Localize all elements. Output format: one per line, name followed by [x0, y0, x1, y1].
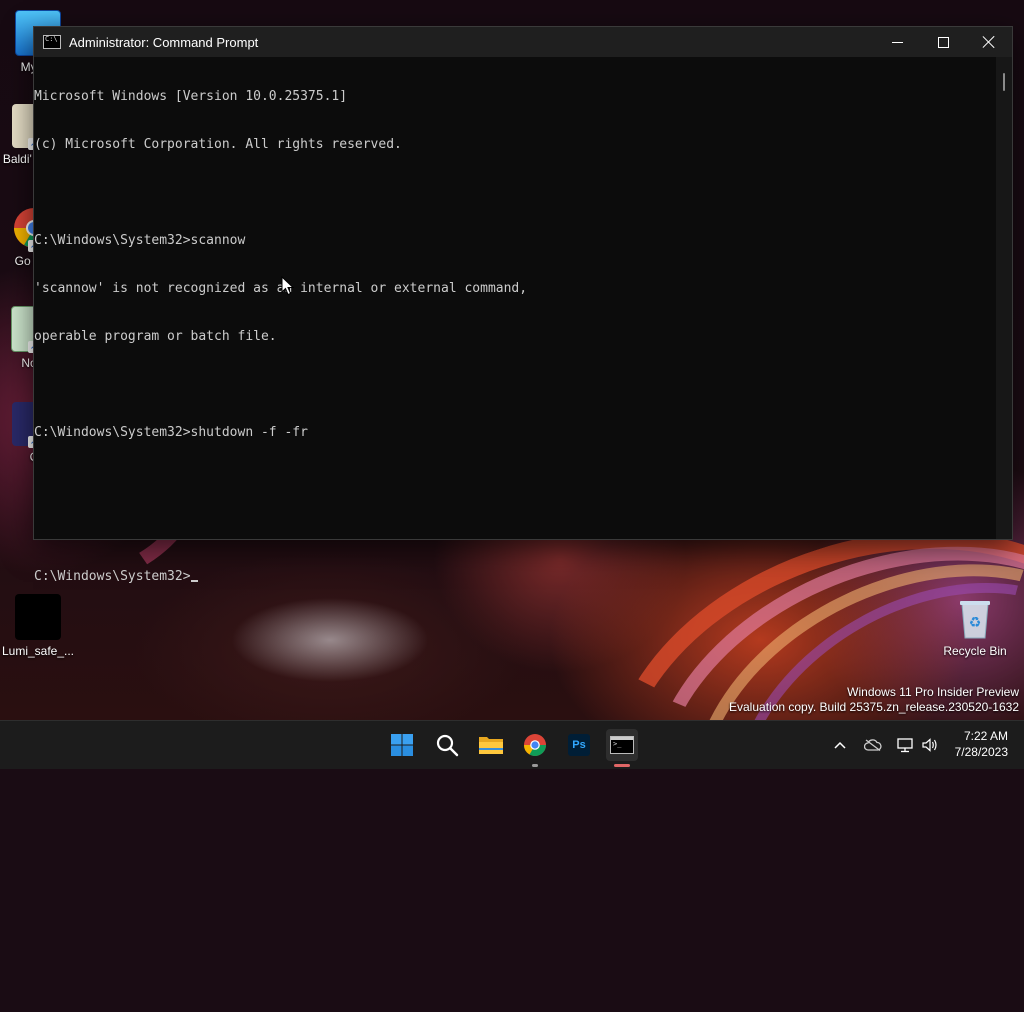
close-icon [983, 36, 995, 48]
taskbar-chrome[interactable] [519, 729, 551, 767]
cmd-app-icon [43, 35, 61, 49]
maximize-button[interactable] [920, 27, 966, 57]
console-line: operable program or batch file. [34, 329, 277, 344]
tray-network[interactable] [892, 721, 918, 769]
window-titlebar[interactable]: Administrator: Command Prompt [34, 27, 1012, 57]
console-line: 'scannow' is not recognized as an intern… [34, 281, 528, 296]
chrome-icon [524, 734, 546, 756]
mouse-pointer-icon [281, 276, 295, 296]
taskbar-clock[interactable]: 7:22 AM 7/28/2023 [955, 728, 1008, 760]
clock-date: 7/28/2023 [954, 745, 1008, 759]
console-line: (c) Microsoft Corporation. All rights re… [34, 137, 402, 152]
windows-watermark: Windows 11 Pro Insider Preview Evaluatio… [729, 685, 1019, 715]
tray-volume[interactable] [918, 721, 942, 769]
scrollbar-thumb[interactable] [1003, 73, 1005, 91]
tray-overflow-button[interactable] [828, 721, 852, 769]
taskbar-command-prompt[interactable]: >_ [606, 729, 638, 767]
console-line: Microsoft Windows [Version 10.0.25375.1] [34, 89, 348, 104]
cloud-offline-icon [864, 739, 882, 751]
taskbar-file-explorer[interactable] [475, 729, 507, 761]
network-icon [897, 738, 913, 753]
svg-text:♻: ♻ [969, 615, 982, 631]
clock-time: 7:22 AM [963, 729, 1008, 743]
console-line: C:\Windows\System32>shutdown -f -fr [34, 425, 308, 440]
text-cursor [190, 580, 198, 582]
volume-icon [922, 738, 937, 752]
tray-onedrive[interactable] [860, 721, 886, 769]
window-title: Administrator: Command Prompt [69, 34, 259, 50]
console-output[interactable]: Microsoft Windows [Version 10.0.25375.1]… [34, 57, 996, 584]
command-prompt-window[interactable]: Administrator: Command Prompt Microsoft … [33, 26, 1013, 584]
running-indicator [532, 764, 538, 767]
console-prompt-line[interactable]: C:\Windows\System32> [34, 569, 996, 585]
maximize-icon [937, 36, 949, 48]
console-line: C:\Windows\System32>scannow [34, 233, 246, 248]
taskbar: Ps >_ 7:22 AM 7/28/2023 [0, 720, 1024, 769]
taskbar-search-button[interactable] [431, 729, 463, 761]
photoshop-icon: Ps [568, 734, 590, 756]
minimize-icon [891, 41, 903, 43]
taskbar-start-button[interactable] [386, 729, 418, 761]
search-icon [436, 734, 459, 757]
console-scrollbar[interactable] [996, 57, 1012, 539]
taskbar-photoshop[interactable]: Ps [563, 729, 595, 761]
windows-start-icon [391, 734, 413, 756]
watermark-line-1: Windows 11 Pro Insider Preview [847, 685, 1019, 699]
folder-icon [479, 737, 503, 754]
active-indicator [614, 764, 630, 767]
chevron-up-icon [834, 741, 846, 749]
console-prompt: C:\Windows\System32> [34, 569, 191, 584]
terminal-icon: >_ [610, 736, 634, 754]
minimize-button[interactable] [874, 27, 920, 57]
close-button[interactable] [966, 27, 1012, 57]
watermark-line-2: Evaluation copy. Build 25375.zn_release.… [729, 700, 1019, 714]
